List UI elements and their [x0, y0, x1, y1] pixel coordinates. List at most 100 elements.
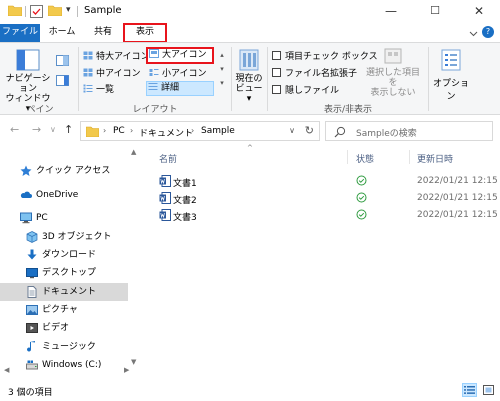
breadcrumb-documents[interactable]: ドキュメント: [139, 126, 193, 139]
column-separator[interactable]: [409, 150, 410, 164]
layout-gallery: 特大アイコン 大アイコン 中アイコン 小アイコン 一覧 詳細: [82, 47, 217, 98]
group-separator: [267, 47, 268, 111]
sidebar-item-desktop[interactable]: デスクトップ: [0, 264, 128, 282]
sidebar-item-pc[interactable]: PC: [0, 209, 128, 227]
options-button[interactable]: オプション: [431, 47, 471, 102]
layout-medium-icons[interactable]: 中アイコン: [82, 66, 146, 80]
sync-status-icon: [356, 175, 367, 186]
tab-file[interactable]: ファイル: [0, 24, 40, 42]
sidebar-item-label: ミュージック: [42, 342, 96, 352]
column-header-status[interactable]: 状態: [356, 152, 374, 165]
layout-extra-large-icons[interactable]: 特大アイコン: [82, 49, 150, 63]
layout-list[interactable]: 一覧: [82, 82, 146, 96]
table-row[interactable]: 文書3 2022/01/21 12:15: [147, 207, 500, 224]
sidebar-item-label: ピクチャ: [42, 305, 78, 315]
layout-label: 詳細: [161, 83, 180, 93]
column-separator[interactable]: [347, 150, 348, 164]
current-view-button[interactable]: 現在の ビュー▾: [234, 47, 264, 104]
table-row[interactable]: 文書1 2022/01/21 12:15: [147, 173, 500, 190]
sync-status-icon: [356, 209, 367, 220]
sidebar-item-onedrive[interactable]: OneDrive: [0, 186, 128, 204]
file-extensions-checkbox[interactable]: [272, 68, 281, 77]
file-name: 文書1: [173, 179, 197, 189]
column-header-modified[interactable]: 更新日時: [417, 152, 453, 165]
minimize-button[interactable]: —: [370, 0, 412, 24]
sidebar-item-downloads[interactable]: ダウンロード: [0, 246, 128, 264]
ribbon-expand-icon[interactable]: [469, 29, 478, 38]
sidebar-item-pictures[interactable]: ピクチャ: [0, 301, 128, 319]
folder-icon: [8, 5, 22, 16]
search-icon: [334, 126, 346, 138]
cloud-icon: [20, 191, 32, 198]
forward-button[interactable]: →: [32, 123, 41, 136]
item-count: 3 個の項目: [8, 388, 53, 398]
group-label-layout: レイアウト: [132, 105, 178, 115]
layout-large-icons[interactable]: 大アイコン: [146, 47, 214, 64]
current-view-label: 現在の ビュー▾: [235, 74, 263, 104]
sidebar-item-videos[interactable]: ビデオ: [0, 319, 128, 337]
up-button[interactable]: ↑: [64, 123, 73, 136]
scroll-down-icon[interactable]: ▼: [131, 358, 136, 366]
tab-share[interactable]: 共有: [86, 24, 120, 42]
sidebar-item-windows-c[interactable]: Windows (C:): [0, 356, 128, 374]
pc-icon: [20, 212, 32, 224]
breadcrumb-separator[interactable]: ›: [103, 126, 106, 135]
sidebar-vertical-scrollbar[interactable]: ▲ ▼: [129, 146, 143, 378]
sidebar-item-3d-objects[interactable]: 3D オブジェクト: [0, 228, 128, 246]
scroll-right-icon[interactable]: ▶: [124, 366, 129, 374]
recent-locations-button[interactable]: ∨: [50, 125, 56, 134]
tab-view[interactable]: 表示: [123, 23, 167, 43]
word-document-icon: [159, 175, 171, 187]
layout-gallery-scroll[interactable]: ▴ ▾ ▾: [218, 48, 226, 98]
item-checkboxes-checkbox[interactable]: [272, 51, 281, 60]
layout-details[interactable]: 詳細: [146, 81, 214, 96]
close-button[interactable]: ✕: [458, 0, 500, 24]
sidebar-item-quick-access[interactable]: クイック アクセス: [0, 162, 128, 180]
navigation-bar: ← → ∨ ↑ › PC › ドキュメント › Sample ∨ ↻ Sampl…: [0, 118, 500, 144]
sidebar-item-documents[interactable]: ドキュメント: [0, 283, 128, 301]
breadcrumb-pc[interactable]: PC: [113, 126, 125, 136]
file-list: ^ 名前 状態 更新日時 文書1 2022/01/21 12:15 文書2 20…: [147, 144, 500, 378]
large-icons-view-button[interactable]: [481, 383, 496, 397]
hidden-items-checkbox[interactable]: [272, 85, 281, 94]
layout-small-icons[interactable]: 小アイコン: [148, 66, 212, 80]
refresh-button[interactable]: ↻: [305, 124, 314, 137]
preview-pane-icon[interactable]: [56, 55, 69, 66]
address-bar[interactable]: › PC › ドキュメント › Sample ∨ ↻: [80, 121, 320, 141]
download-icon: [27, 249, 37, 260]
breadcrumb-separator[interactable]: ›: [130, 126, 133, 135]
scroll-left-icon[interactable]: ◀: [4, 366, 9, 374]
back-button[interactable]: ←: [10, 123, 19, 136]
navigation-pane: クイック アクセス OneDrive PC 3D オブジェクト ダウンロード デ…: [0, 146, 145, 378]
qat-dropdown-icon[interactable]: ▾: [66, 5, 71, 15]
layout-label: 特大アイコン: [96, 52, 150, 62]
sidebar-item-label: ダウンロード: [42, 250, 97, 260]
tab-home[interactable]: ホーム: [44, 24, 80, 42]
navigation-pane-button[interactable]: ナビゲーション ウィンドウ▾: [4, 47, 52, 114]
navigation-pane-icon: [16, 49, 40, 71]
ribbon-tabs: ファイル ホーム 共有 表示 ?: [0, 23, 500, 43]
scroll-up-icon[interactable]: ▲: [131, 148, 136, 156]
video-icon: [26, 323, 38, 333]
breadcrumb-separator[interactable]: ›: [191, 126, 194, 135]
file-extensions-toggle[interactable]: ファイル名拡張子: [272, 66, 357, 81]
star-icon: [20, 165, 32, 176]
hidden-items-toggle[interactable]: 隠しファイル: [272, 83, 339, 98]
details-pane-icon[interactable]: [56, 75, 69, 86]
current-view-icon: [239, 49, 259, 71]
properties-icon[interactable]: [30, 5, 43, 18]
new-folder-icon[interactable]: [48, 5, 62, 16]
maximize-button[interactable]: ☐: [414, 0, 456, 24]
table-row[interactable]: 文書2 2022/01/21 12:15: [147, 190, 500, 207]
details-view-button[interactable]: [462, 383, 477, 397]
column-header-name[interactable]: 名前: [159, 152, 177, 165]
hide-selected-items-button[interactable]: 選択した項目を 表示しない: [362, 47, 424, 99]
address-dropdown-icon[interactable]: ∨: [289, 126, 295, 135]
word-document-icon: [159, 192, 171, 204]
search-input[interactable]: Sampleの検索: [325, 121, 493, 141]
breadcrumb-sample[interactable]: Sample: [201, 126, 235, 136]
sidebar-item-music[interactable]: ミュージック: [0, 338, 128, 356]
layout-label: 中アイコン: [96, 69, 141, 79]
help-icon[interactable]: ?: [482, 26, 494, 38]
file-name: 文書2: [173, 196, 197, 206]
